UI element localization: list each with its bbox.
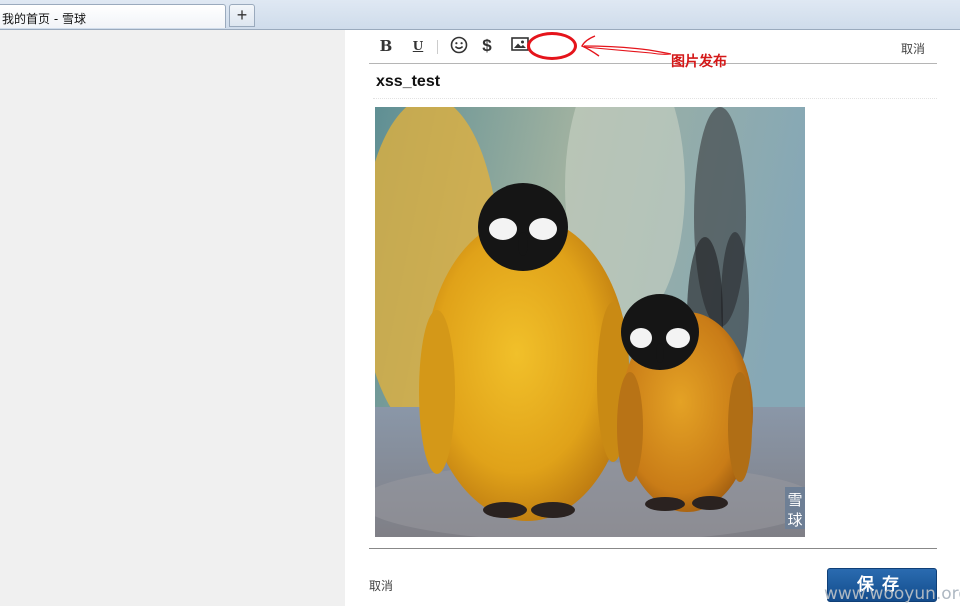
smiley-icon[interactable] <box>449 36 469 56</box>
image-watermark-char-1: 雪 <box>787 491 802 509</box>
uploaded-penguin-image[interactable]: 雪 球 <box>375 107 805 537</box>
annotation-arrow <box>581 35 672 57</box>
new-tab-button[interactable]: + <box>229 4 255 27</box>
left-panel <box>0 30 345 606</box>
annotation-circle <box>527 32 577 60</box>
bold-button[interactable]: B <box>379 36 393 56</box>
browser-tab-title: 我的首页 - 雪球 <box>2 12 86 26</box>
post-title[interactable]: xss_test <box>376 73 440 91</box>
underline-button[interactable]: U <box>411 36 425 56</box>
footer-cancel-link[interactable]: 取消 <box>369 577 393 594</box>
site-watermark: www.wooyun.org <box>824 584 960 604</box>
post-editor: B U $ 取消 图片发布 xss_test 雪 球 取消 保存 <box>345 30 960 606</box>
toolbar-cancel-link[interactable]: 取消 <box>901 40 925 57</box>
editor-toolbar: B U $ 取消 图片发布 <box>369 30 937 70</box>
footer-divider <box>369 548 937 549</box>
stock-dollar-button[interactable]: $ <box>479 36 495 56</box>
title-divider <box>373 98 937 99</box>
annotation-label: 图片发布 <box>671 54 727 70</box>
browser-tab-bar: 我的首页 - 雪球 + <box>0 0 960 30</box>
browser-tab-active[interactable]: 我的首页 - 雪球 <box>0 4 226 28</box>
toolbar-divider <box>437 40 438 54</box>
image-watermark-char-2: 球 <box>787 511 802 529</box>
